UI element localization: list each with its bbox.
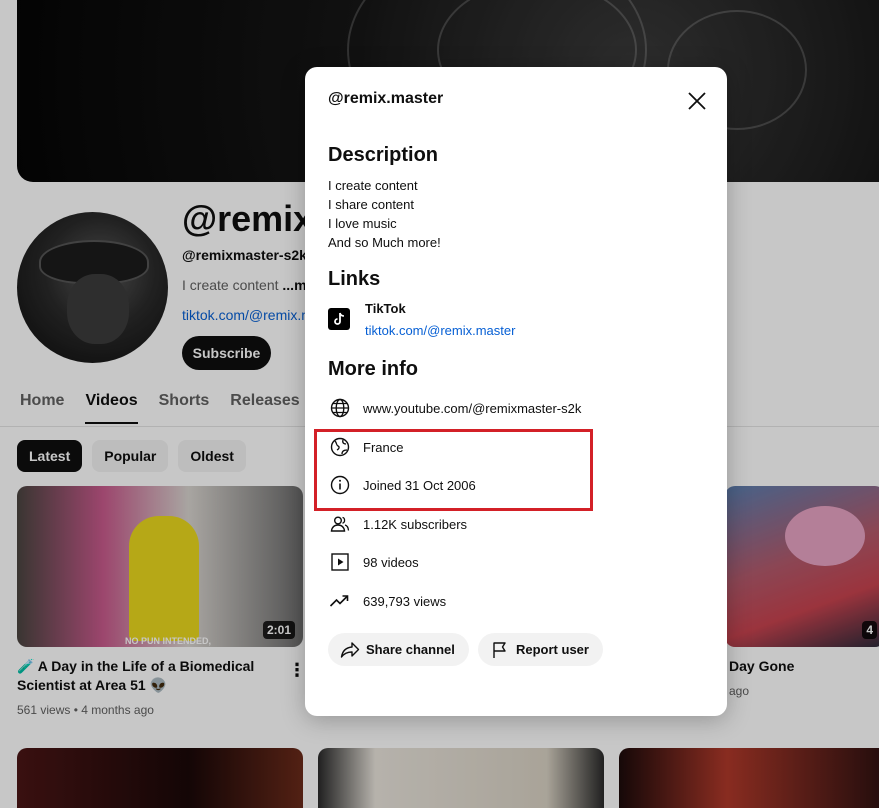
- info-row-subscribers: 1.12K subscribers: [328, 512, 467, 536]
- channel-url[interactable]: www.youtube.com/@remixmaster-s2k: [363, 401, 581, 416]
- link-url[interactable]: tiktok.com/@remix.master: [365, 323, 515, 338]
- subscriber-count: 1.12K subscribers: [363, 516, 468, 532]
- description-line: And so Much more!: [328, 235, 441, 250]
- dialog-title: @remix.master: [328, 90, 444, 107]
- video-count: 98 videos: [363, 554, 419, 570]
- share-channel-label: Share channel: [366, 642, 455, 657]
- annotation-highlight-box: [314, 429, 593, 511]
- report-user-label: Report user: [516, 642, 589, 657]
- info-row-url: www.youtube.com/@remixmaster-s2k: [328, 396, 581, 420]
- trending-icon: [328, 589, 352, 613]
- description-heading: Description: [328, 144, 439, 166]
- info-row-videos: 98 videos: [328, 550, 419, 574]
- globe-icon: [328, 396, 352, 420]
- subscribers-icon: [328, 512, 352, 536]
- video-play-icon: [328, 550, 352, 574]
- description-line: I create content: [328, 178, 418, 193]
- link-name: TikTok: [365, 301, 406, 316]
- close-button[interactable]: [685, 89, 709, 113]
- flag-icon: [488, 638, 512, 662]
- description-line: I love music: [328, 216, 397, 231]
- about-channel-dialog: @remix.master Description I create conte…: [305, 67, 727, 716]
- view-count: 639,793 views: [363, 593, 447, 609]
- share-icon: [338, 638, 362, 662]
- description-line: I share content: [328, 197, 414, 212]
- tiktok-icon: [328, 308, 350, 330]
- report-user-button[interactable]: Report user: [478, 633, 603, 666]
- description-text: I create content I share content I love …: [328, 176, 441, 252]
- share-channel-button[interactable]: Share channel: [328, 633, 469, 666]
- close-icon: [688, 92, 706, 110]
- links-heading: Links: [328, 268, 381, 290]
- more-info-heading: More info: [328, 358, 418, 380]
- info-row-views: 639,793 views: [328, 589, 446, 613]
